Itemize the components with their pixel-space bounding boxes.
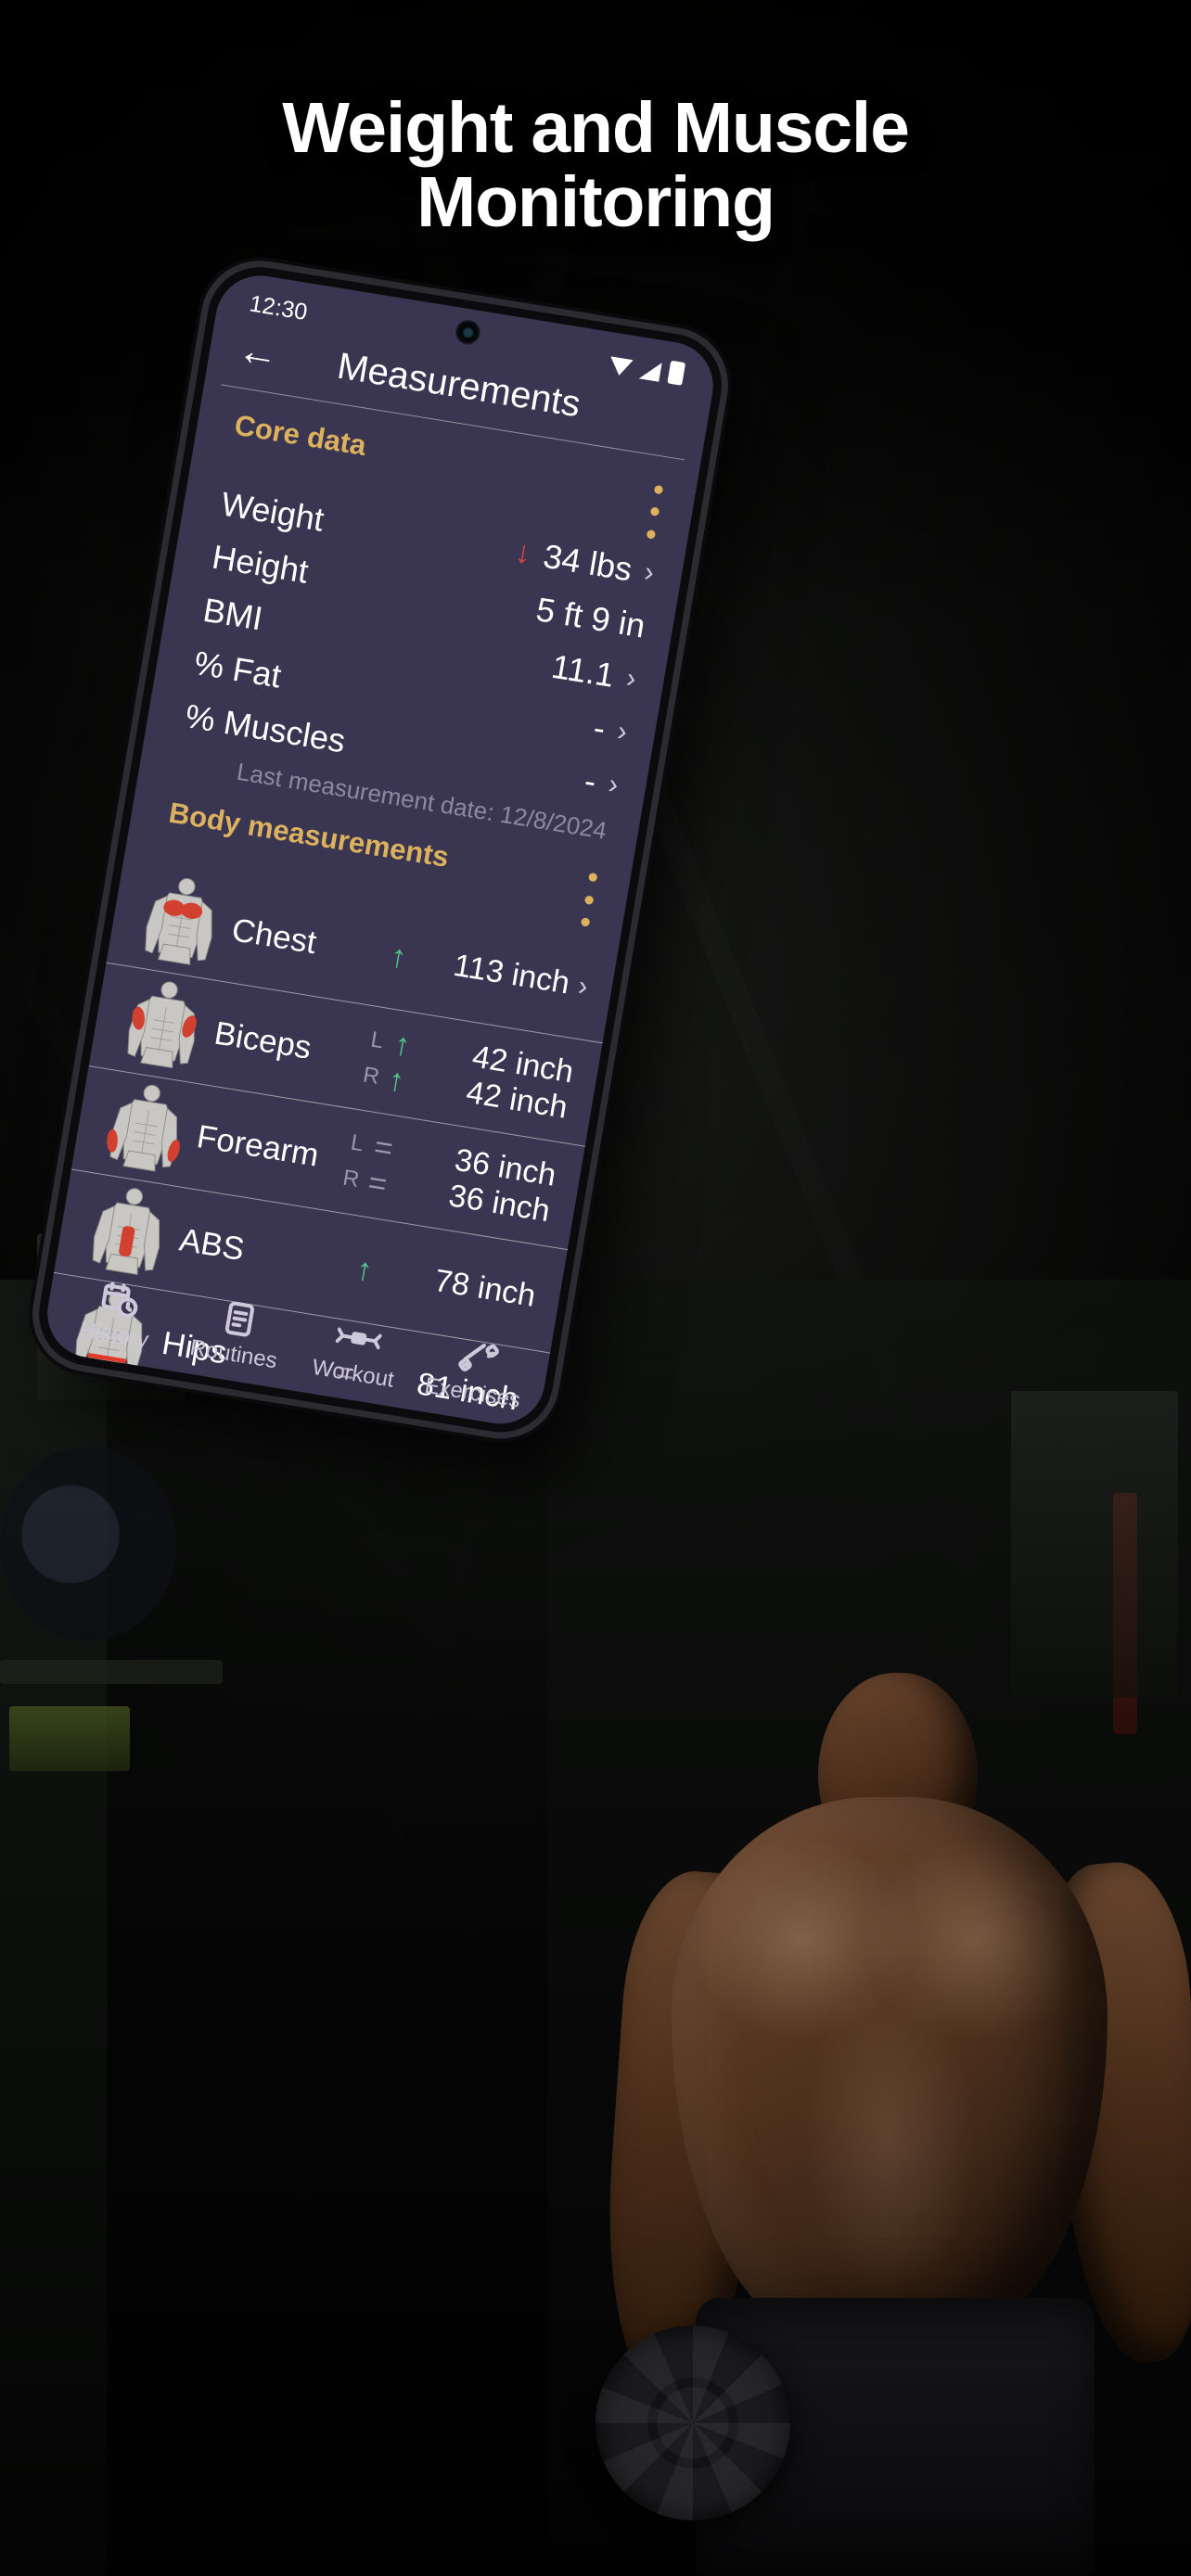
- body-measurement-values: L ↑ 42 inch R ↑ 42 inch: [360, 1022, 576, 1127]
- body-measurement-value-line: ↑ 78 inch: [327, 1246, 538, 1315]
- side-label: [365, 951, 381, 954]
- core-data-value-group: 11.1 ›: [549, 647, 639, 699]
- trend-up-icon: ↑: [387, 937, 410, 976]
- body-measurement-value: 78 inch: [431, 1263, 539, 1315]
- core-data-value-group: - ›: [591, 708, 631, 752]
- side-label: R: [340, 1165, 362, 1193]
- nav-item-history[interactable]: History: [52, 1269, 183, 1358]
- side-label: L: [368, 1027, 386, 1054]
- marketing-headline: Weight and Muscle Monitoring: [0, 91, 1191, 239]
- chevron-right-icon[interactable]: ›: [606, 769, 620, 801]
- trend-up-icon: ↑: [391, 1027, 414, 1065]
- trend-flat-icon: =: [371, 1129, 396, 1167]
- body-measurements-kebab-menu-icon[interactable]: • • •: [577, 844, 604, 941]
- headline-line-2: Monitoring: [416, 162, 775, 243]
- chevron-right-icon[interactable]: ›: [615, 716, 629, 748]
- chest-anatomy-icon: [132, 871, 231, 972]
- headline-line-1: Weight and Muscle: [282, 88, 910, 168]
- core-data-value: -: [590, 708, 608, 748]
- nav-item-exercises[interactable]: Exercises: [411, 1327, 542, 1416]
- core-data-label: Weight: [218, 484, 327, 540]
- core-data-value: 34 lbs: [540, 537, 635, 589]
- side-label: R: [361, 1062, 381, 1090]
- core-data-label: Height: [209, 538, 312, 592]
- trend-flat-icon: =: [365, 1165, 390, 1204]
- core-data-kebab-menu-icon[interactable]: • • •: [643, 456, 670, 554]
- nav-item-workout[interactable]: Workout: [291, 1307, 422, 1396]
- trend-up-icon: ↑: [353, 1251, 376, 1289]
- core-data-value: 5 ft 9 in: [533, 590, 648, 645]
- trend-down-icon: ↓: [512, 534, 534, 572]
- body-measurement-name: Chest: [229, 912, 319, 962]
- back-button[interactable]: ←: [235, 326, 289, 377]
- chevron-right-icon[interactable]: ›: [624, 663, 638, 695]
- core-data-value-group: - ›: [582, 761, 621, 805]
- biceps-anatomy-icon: [114, 974, 213, 1075]
- core-data-label: BMI: [200, 591, 266, 638]
- body-measurement-values: L = 36 inch R = 36 inch: [339, 1125, 559, 1230]
- body-measurement-name: ABS: [176, 1221, 248, 1269]
- chevron-right-icon[interactable]: ›: [642, 557, 656, 590]
- trend-up-icon: ↑: [385, 1062, 407, 1100]
- body-measurement-value: 113 inch: [451, 948, 572, 1001]
- battery-icon: [667, 360, 686, 386]
- body-measurement-name: Forearm: [194, 1117, 322, 1174]
- body-measurement-values: ↑ 113 inch: [362, 934, 572, 1002]
- forearm-anatomy-icon: [96, 1078, 196, 1179]
- core-data-value-group: 5 ft 9 in: [533, 590, 648, 646]
- core-data-value: -: [582, 761, 599, 801]
- wifi-icon: [608, 356, 634, 377]
- nav-item-routines[interactable]: Routines: [172, 1288, 302, 1377]
- body-measurement-name: Biceps: [211, 1014, 314, 1066]
- core-data-value: 11.1: [548, 647, 618, 695]
- side-label: [331, 1264, 348, 1267]
- body-measurement-value-line: ↑ 113 inch: [362, 934, 572, 1002]
- side-label: L: [349, 1129, 365, 1157]
- signal-icon: [639, 360, 662, 382]
- core-data-label: % Fat: [191, 644, 285, 695]
- chevron-right-icon[interactable]: ›: [576, 970, 590, 1002]
- body-measurement-values: ↑ 78 inch: [327, 1246, 538, 1315]
